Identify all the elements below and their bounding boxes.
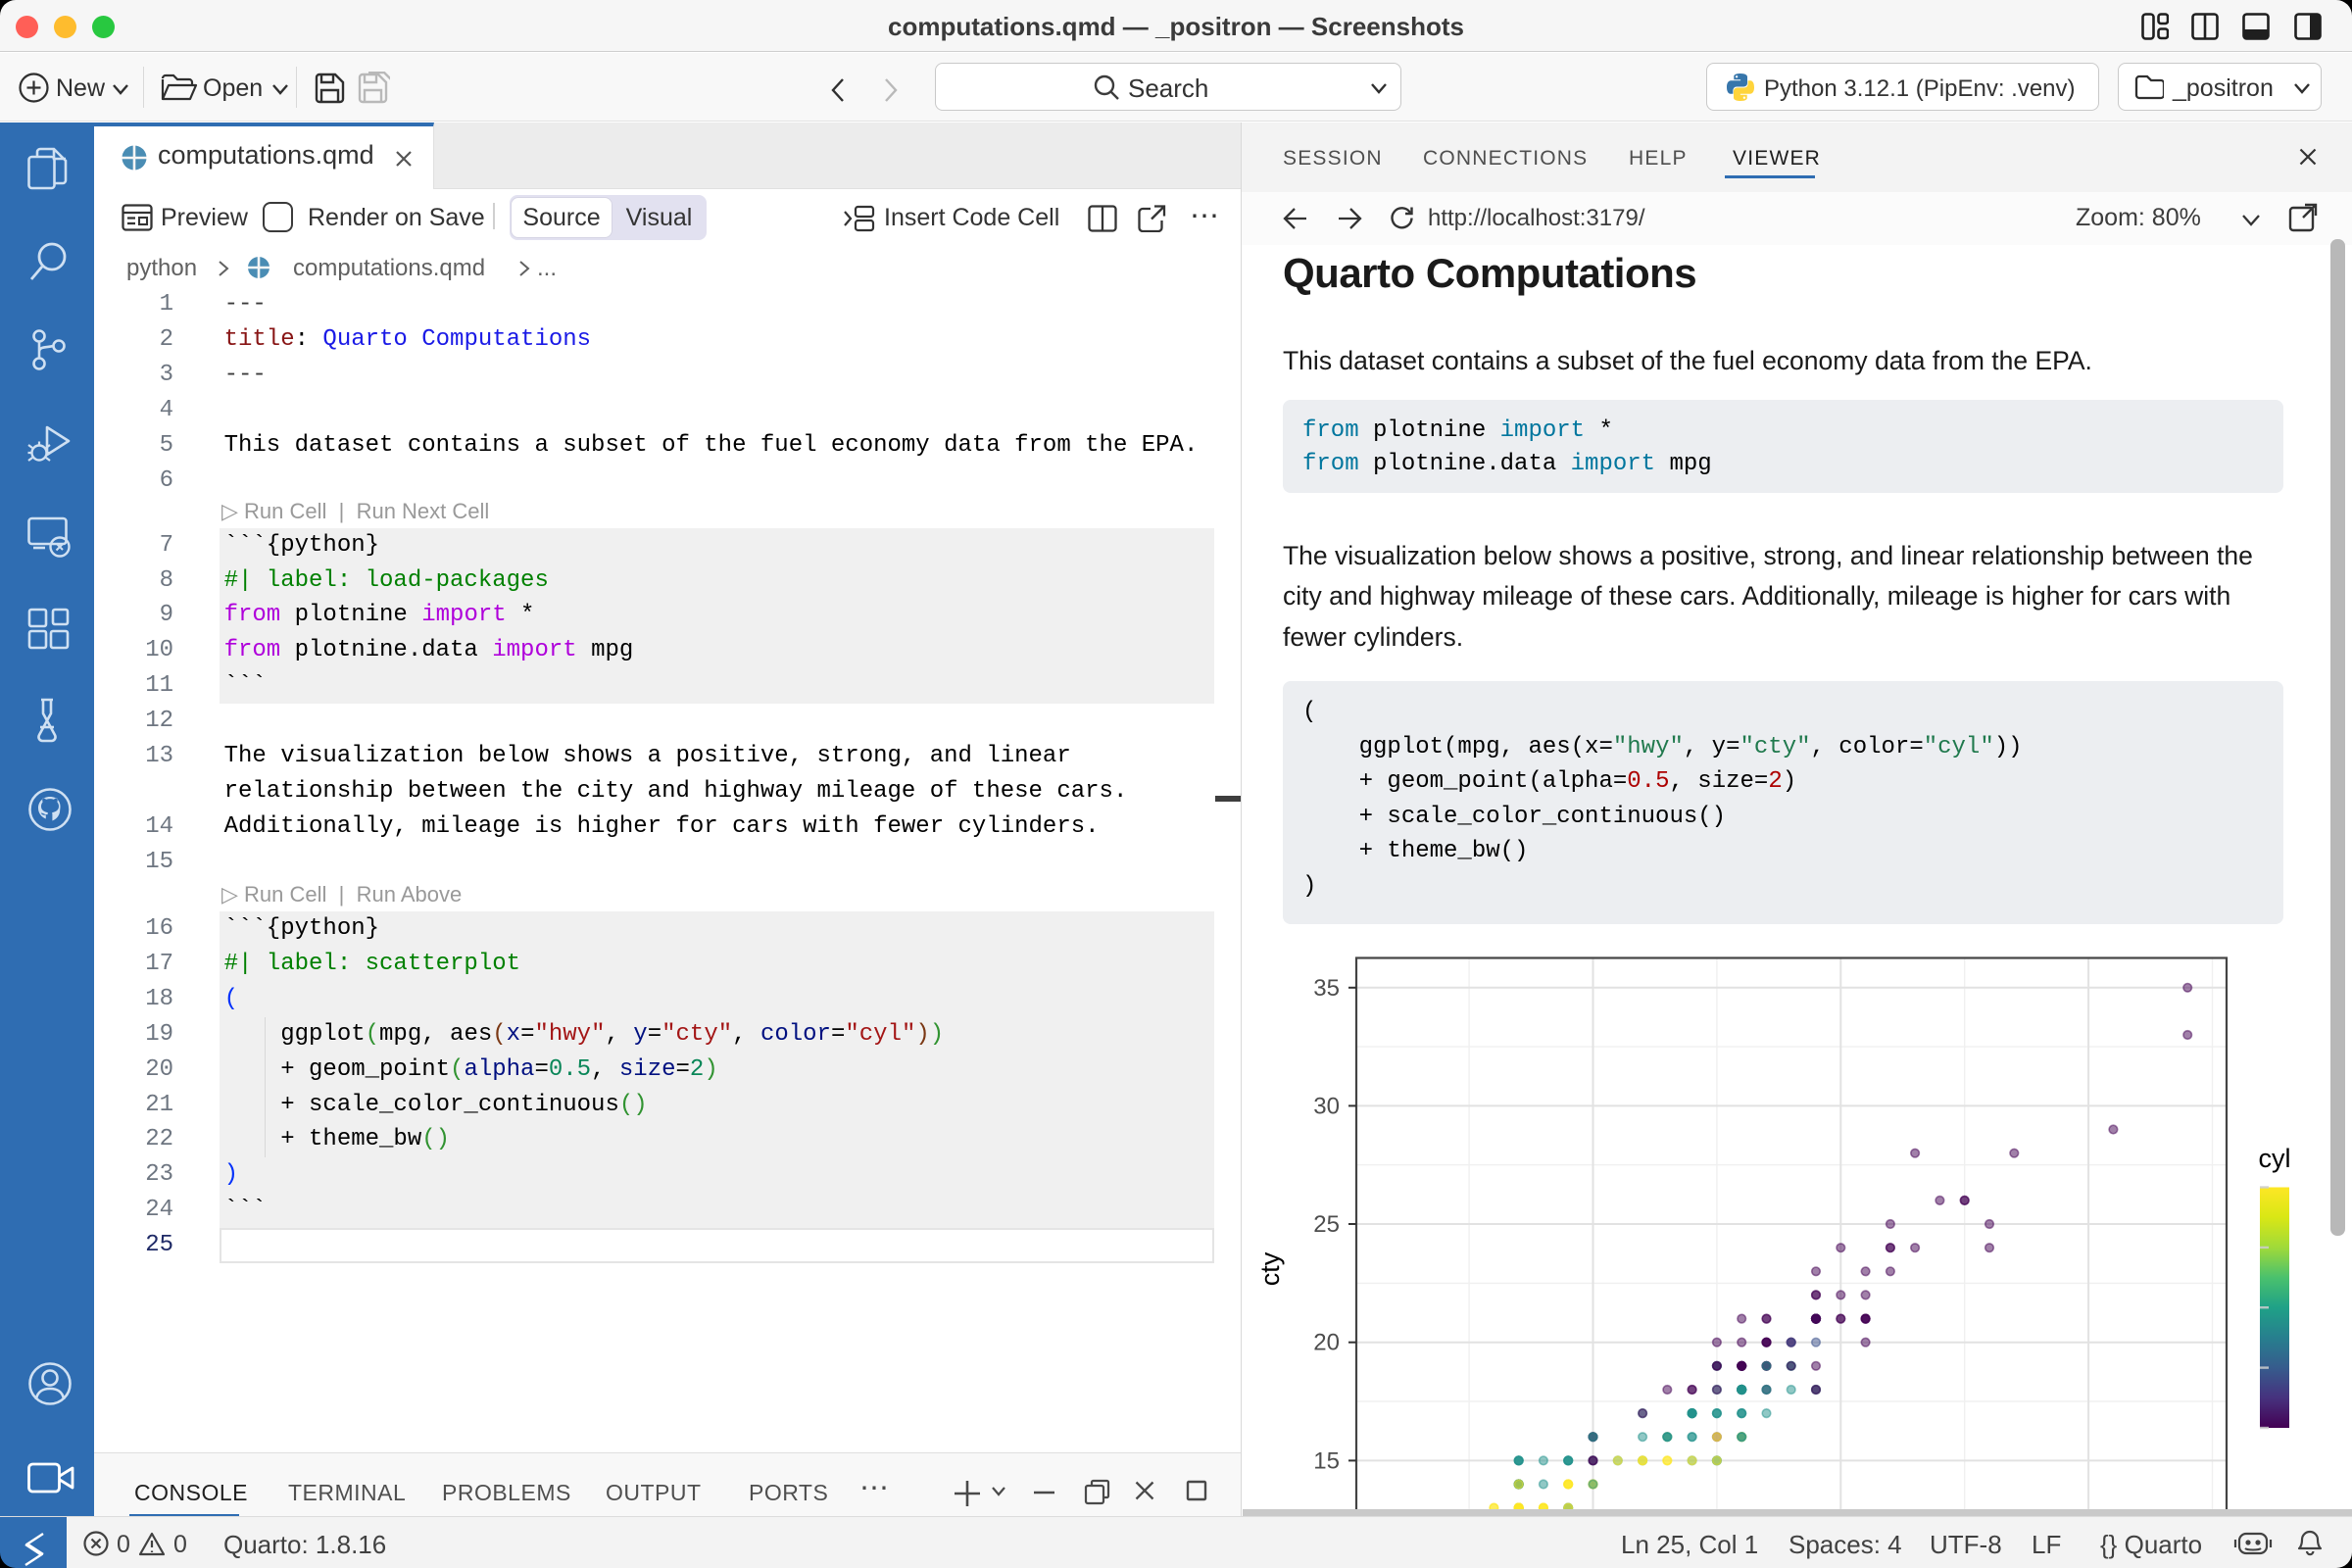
svg-text:cty: cty	[1255, 1251, 1285, 1286]
svg-text:15: 15	[1313, 1447, 1340, 1474]
svg-text:30: 30	[1313, 1093, 1340, 1119]
svg-text:25: 25	[1313, 1211, 1340, 1238]
svg-text:35: 35	[1313, 975, 1340, 1002]
svg-text:20: 20	[1313, 1330, 1340, 1356]
svg-text:cyl: cyl	[2259, 1144, 2291, 1173]
